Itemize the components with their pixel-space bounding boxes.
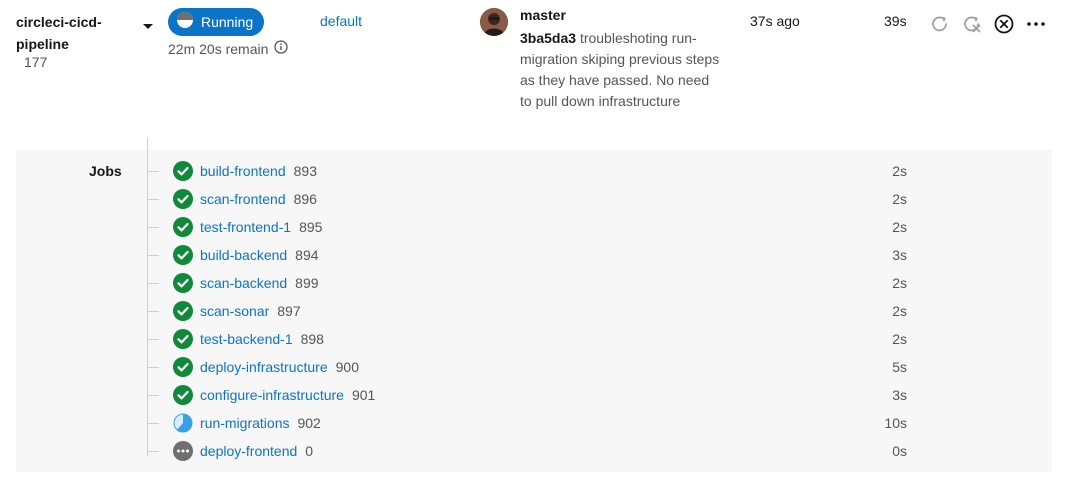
success-check-icon <box>173 273 193 293</box>
job-name-link[interactable]: test-backend-1 <box>200 331 293 347</box>
job-name-link[interactable]: scan-backend <box>200 275 287 291</box>
job-number: 0 <box>305 443 314 459</box>
commit-message: 3ba5da3 troubleshoting run-migration ski… <box>520 28 720 112</box>
job-duration: 2s <box>892 331 907 347</box>
tree-branch <box>147 450 159 452</box>
job-row[interactable]: deploy-frontend 0 0s <box>147 437 927 465</box>
job-duration: 2s <box>892 303 907 319</box>
job-name-link[interactable]: scan-frontend <box>200 191 286 207</box>
job-number: 893 <box>293 163 317 179</box>
cancel-icon[interactable] <box>992 12 1016 36</box>
job-number: 894 <box>295 247 319 263</box>
job-duration: 5s <box>892 359 907 375</box>
pipeline-duration: 39s <box>884 13 907 29</box>
info-icon[interactable] <box>274 40 289 57</box>
success-check-icon <box>173 161 193 181</box>
job-duration: 0s <box>892 443 907 459</box>
job-row[interactable]: test-frontend-1 895 2s <box>147 213 927 241</box>
job-number: 897 <box>277 303 301 319</box>
job-number: 895 <box>299 219 323 235</box>
success-check-icon <box>173 217 193 237</box>
rerun-from-failed-icon[interactable] <box>960 12 984 36</box>
job-duration: 3s <box>892 247 907 263</box>
tree-branch <box>147 422 159 424</box>
tree-branch <box>147 338 159 340</box>
job-row[interactable]: scan-backend 899 2s <box>147 269 927 297</box>
job-name-link[interactable]: deploy-infrastructure <box>200 359 328 375</box>
job-name-link[interactable]: test-frontend-1 <box>200 219 291 235</box>
job-duration: 2s <box>892 163 907 179</box>
tree-branch <box>147 170 159 172</box>
success-check-icon <box>173 245 193 265</box>
success-check-icon <box>173 329 193 349</box>
tree-branch <box>147 282 159 284</box>
tree-branch <box>147 366 159 368</box>
remaining-time: 22m 20s remain <box>168 40 289 57</box>
status-label: Running <box>201 14 254 30</box>
job-duration: 2s <box>892 275 907 291</box>
success-check-icon <box>173 301 193 321</box>
tree-branch <box>147 226 159 228</box>
rerun-icon[interactable] <box>928 12 952 36</box>
job-duration: 10s <box>884 415 907 431</box>
job-number: 900 <box>335 359 359 375</box>
more-icon[interactable] <box>1024 12 1048 36</box>
job-number: 901 <box>351 387 376 403</box>
job-row[interactable]: deploy-infrastructure 900 5s <box>147 353 927 381</box>
pipeline-number: 177 <box>24 54 48 70</box>
tree-branch <box>147 310 159 312</box>
tree-branch <box>147 254 159 256</box>
job-number: 896 <box>293 191 317 207</box>
project-name[interactable]: circleci-cicd-pipeline <box>16 11 136 55</box>
job-row[interactable]: configure-infrastructure 901 3s <box>147 381 927 409</box>
avatar <box>480 8 508 36</box>
job-name-link[interactable]: run-migrations <box>200 415 289 431</box>
job-number: 902 <box>297 415 321 431</box>
blocked-icon <box>173 441 193 461</box>
pipeline-actions <box>928 12 1056 36</box>
job-name-link[interactable]: build-frontend <box>200 163 286 179</box>
job-name-link[interactable]: build-backend <box>200 247 287 263</box>
job-name-link[interactable]: deploy-frontend <box>200 443 297 459</box>
time-ago: 37s ago <box>750 13 800 29</box>
running-icon <box>176 11 194 34</box>
job-row[interactable]: scan-sonar 897 2s <box>147 297 927 325</box>
success-check-icon <box>173 385 193 405</box>
success-check-icon <box>173 189 193 209</box>
tree-branch <box>147 198 159 200</box>
job-name-link[interactable]: configure-infrastructure <box>200 387 344 403</box>
job-row[interactable]: run-migrations 902 10s <box>147 409 927 437</box>
job-row[interactable]: build-backend 894 3s <box>147 241 927 269</box>
job-number: 899 <box>295 275 319 291</box>
remaining-text: 22m 20s remain <box>168 40 269 57</box>
job-duration: 3s <box>892 387 907 403</box>
job-row[interactable]: scan-frontend 896 2s <box>147 185 927 213</box>
job-duration: 2s <box>892 219 907 235</box>
job-duration: 2s <box>892 191 907 207</box>
running-icon <box>173 413 193 433</box>
chevron-down-icon[interactable] <box>142 18 154 29</box>
commit-hash[interactable]: 3ba5da3 <box>520 30 576 46</box>
tree-branch <box>147 394 159 396</box>
jobs-panel: Jobs build-frontend 893 2s scan-frontend 896… <box>16 138 1052 472</box>
job-row[interactable]: build-frontend 893 2s <box>147 157 927 185</box>
commit-branch: master <box>520 7 566 23</box>
workflow-link[interactable]: default <box>320 13 362 29</box>
success-check-icon <box>173 357 193 377</box>
pipeline-row: circleci-cicd-pipeline 177 Running 22m 2… <box>0 0 1068 140</box>
job-number: 898 <box>300 331 324 347</box>
job-name-link[interactable]: scan-sonar <box>200 303 269 319</box>
status-badge[interactable]: Running <box>168 8 264 36</box>
job-row[interactable]: test-backend-1 898 2s <box>147 325 927 353</box>
jobs-label: Jobs <box>89 163 122 179</box>
